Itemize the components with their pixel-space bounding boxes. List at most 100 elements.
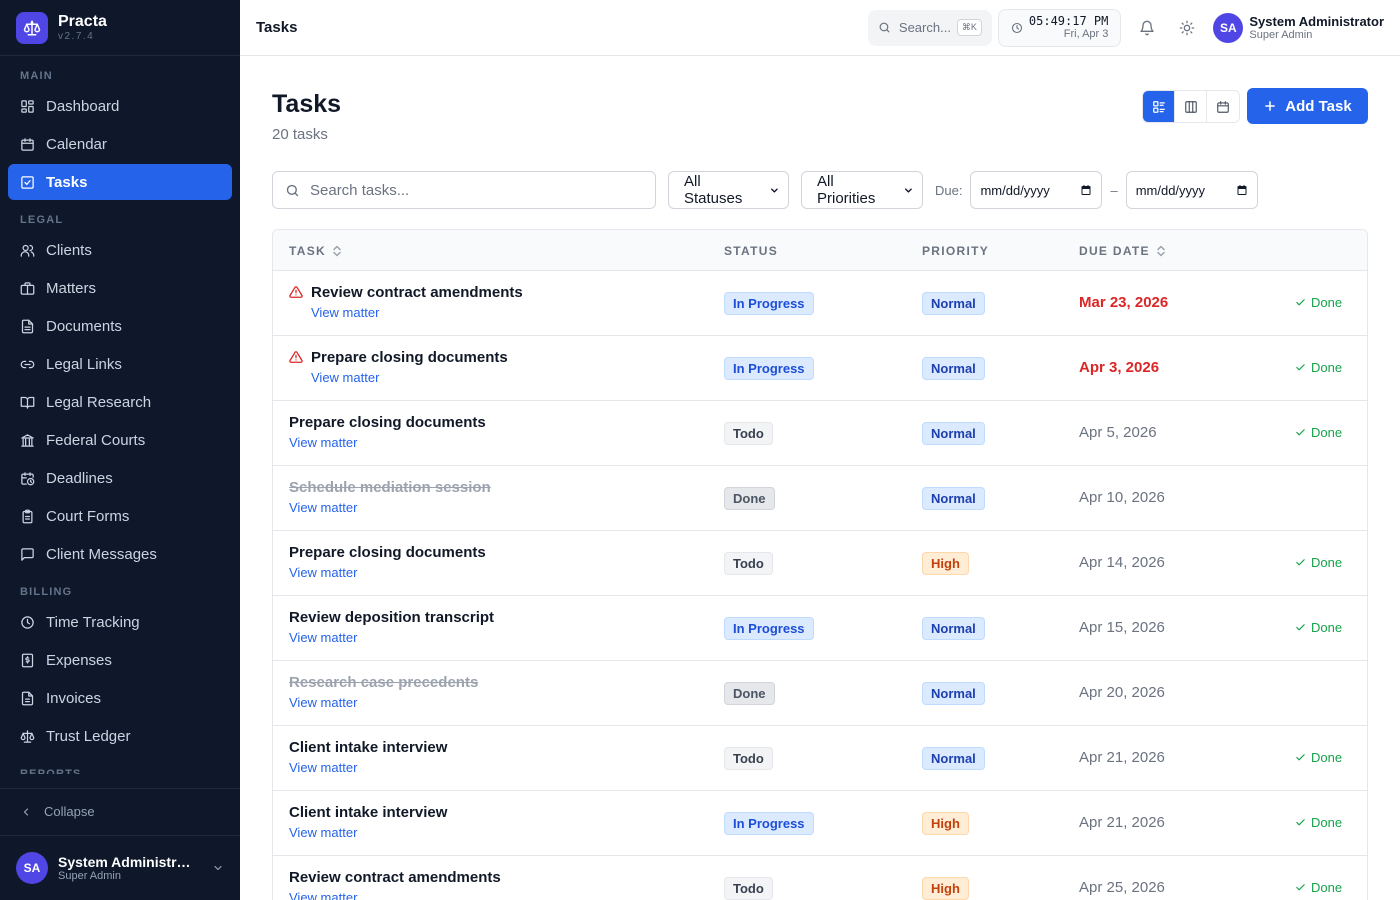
due-to-placeholder: mm/dd/yyyy — [1135, 182, 1206, 198]
sidebar-item-trust-ledger[interactable]: Trust Ledger — [8, 718, 232, 754]
check-icon — [1296, 884, 1305, 891]
view-matter-link[interactable]: View matter — [311, 305, 523, 321]
sidebar-item-clients[interactable]: Clients — [8, 232, 232, 268]
calendar-picker-icon — [1237, 185, 1247, 195]
scale-logo-icon — [16, 11, 48, 44]
calendar-picker-icon — [1081, 185, 1091, 195]
mark-done-button[interactable]: Done — [1295, 425, 1342, 440]
book-icon — [20, 396, 35, 409]
mark-done-button[interactable]: Done — [1295, 815, 1342, 830]
view-toggle — [1142, 90, 1240, 123]
brand[interactable]: Practa v2.7.4 — [0, 0, 240, 56]
priority-filter-select[interactable]: All Priorities — [801, 171, 923, 209]
sidebar-item-expenses[interactable]: Expenses — [8, 642, 232, 678]
task-title[interactable]: Schedule mediation session — [289, 479, 491, 497]
page-title: Tasks — [272, 90, 342, 118]
avatar: SA — [16, 852, 48, 884]
due-to-date-input[interactable]: mm/dd/yyyy — [1125, 171, 1258, 209]
mark-done-button[interactable]: Done — [1295, 880, 1342, 895]
calendar-icon — [1217, 100, 1229, 113]
sidebar-item-legal-research[interactable]: Legal Research — [8, 384, 232, 420]
sidebar-item-label: Invoices — [46, 689, 102, 707]
view-matter-link[interactable]: View matter — [289, 760, 447, 776]
view-matter-link[interactable]: View matter — [289, 695, 478, 711]
sidebar-item-legal-links[interactable]: Legal Links — [8, 346, 232, 382]
calendar-view-button[interactable] — [1207, 91, 1239, 122]
task-title[interactable]: Client intake interview — [289, 739, 447, 757]
avatar: SA — [1213, 12, 1244, 43]
sidebar-item-matters[interactable]: Matters — [8, 270, 232, 306]
sort-task-header[interactable]: TASK — [289, 230, 342, 271]
status-badge: Todo — [724, 552, 773, 575]
task-title[interactable]: Review contract amendments — [311, 284, 523, 302]
chevron-down-icon — [214, 865, 222, 871]
view-matter-link[interactable]: View matter — [289, 825, 447, 841]
clock-icon — [1011, 22, 1022, 33]
due-date: Apr 21, 2026 — [1079, 814, 1165, 831]
chevron-down-icon — [905, 187, 912, 193]
view-matter-link[interactable]: View matter — [289, 565, 486, 581]
board-view-button[interactable] — [1175, 91, 1207, 122]
view-matter-link[interactable]: View matter — [289, 630, 494, 646]
sidebar-user-role: Super Admin — [58, 870, 121, 882]
mark-done-button[interactable]: Done — [1295, 620, 1342, 635]
task-title[interactable]: Prepare closing documents — [289, 414, 486, 432]
sidebar-item-calendar[interactable]: Calendar — [8, 126, 232, 162]
mark-done-button[interactable]: Done — [1295, 555, 1342, 570]
date-range-separator: – — [1110, 182, 1118, 198]
priority-column-header: PRIORITY — [922, 230, 989, 271]
view-matter-link[interactable]: View matter — [311, 370, 508, 386]
add-task-label: Add Task — [1285, 97, 1352, 115]
user-menu[interactable]: SA System Administrator Super Admin — [1213, 12, 1384, 43]
warning-icon — [289, 286, 303, 298]
sort-due-date-header[interactable]: DUE DATE — [1079, 230, 1166, 271]
sidebar-item-client-messages[interactable]: Client Messages — [8, 536, 232, 572]
view-matter-link[interactable]: View matter — [289, 500, 491, 516]
link-icon — [20, 360, 35, 368]
collapse-label: Collapse — [44, 804, 95, 819]
priority-column-label: PRIORITY — [922, 243, 990, 258]
theme-toggle-button[interactable] — [1171, 12, 1203, 44]
notifications-button[interactable] — [1131, 12, 1163, 44]
warning-icon — [289, 351, 303, 363]
task-title[interactable]: Prepare closing documents — [311, 349, 508, 367]
task-title[interactable]: Review contract amendments — [289, 869, 501, 887]
filters-bar: Search tasks... All Statuses All Priorit… — [272, 171, 1258, 209]
clock-date: Fri, Apr 3 — [1063, 28, 1109, 40]
view-matter-link[interactable]: View matter — [289, 435, 486, 451]
task-title[interactable]: Review deposition transcript — [289, 609, 494, 627]
view-matter-link[interactable]: View matter — [289, 890, 501, 900]
mark-done-button[interactable]: Done — [1295, 360, 1342, 375]
status-badge: Todo — [724, 747, 773, 770]
sidebar-item-dashboard[interactable]: Dashboard — [8, 88, 232, 124]
mark-done-button[interactable]: Done — [1295, 295, 1342, 310]
sidebar-item-time-tracking[interactable]: Time Tracking — [8, 604, 232, 640]
sidebar-item-deadlines[interactable]: Deadlines — [8, 460, 232, 496]
task-title[interactable]: Prepare closing documents — [289, 544, 486, 562]
sidebar: Practa v2.7.4 MAIN Dashboard Calendar Tasks… — [0, 0, 240, 900]
collapse-button[interactable]: Collapse — [0, 788, 240, 834]
task-title[interactable]: Client intake interview — [289, 804, 447, 822]
status-filter-select[interactable]: All Statuses — [668, 171, 789, 209]
due-date: Mar 23, 2026 — [1079, 294, 1169, 311]
sidebar-item-documents[interactable]: Documents — [8, 308, 232, 344]
mark-done-label: Done — [1311, 360, 1343, 375]
due-from-date-input[interactable]: mm/dd/yyyy — [970, 171, 1103, 209]
sidebar-item-invoices[interactable]: Invoices — [8, 680, 232, 716]
list-view-button[interactable] — [1143, 91, 1175, 122]
task-search-input[interactable]: Search tasks... — [272, 171, 656, 209]
sidebar-item-tasks[interactable]: Tasks — [8, 164, 232, 200]
scale-icon — [20, 729, 35, 743]
mark-done-button[interactable]: Done — [1295, 750, 1342, 765]
status-badge: In Progress — [724, 812, 814, 835]
task-title[interactable]: Research case precedents — [289, 674, 478, 692]
sidebar-item-court-forms[interactable]: Court Forms — [8, 498, 232, 534]
document-icon — [21, 319, 34, 333]
calendar-clock-icon — [21, 471, 35, 485]
table-row: Prepare closing documents View matter Todo… — [273, 531, 1367, 596]
add-task-button[interactable]: Add Task — [1247, 88, 1368, 124]
global-search[interactable]: Search... ⌘K — [867, 9, 992, 46]
sidebar-item-federal-courts[interactable]: Federal Courts — [8, 422, 232, 458]
sidebar-user-menu[interactable]: SA System Administrator Super Admin — [0, 835, 240, 900]
nav-section-title: LEGAL — [20, 214, 64, 226]
